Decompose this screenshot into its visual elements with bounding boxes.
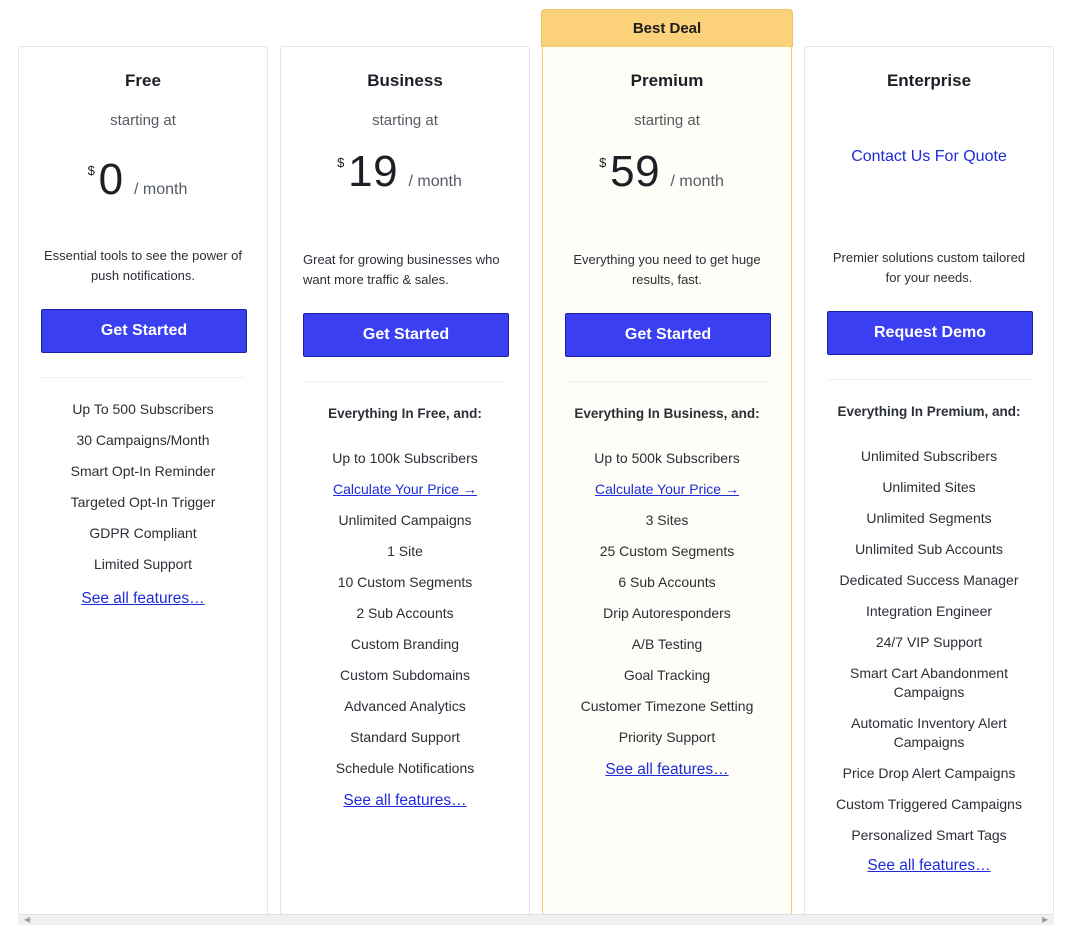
price-amount: 19 — [348, 147, 399, 196]
feature-item: 25 Custom Segments — [599, 543, 735, 559]
price-amount: 59 — [610, 147, 661, 196]
plan-card-enterprise: Enterprise Contact Us For Quote Premier … — [804, 46, 1054, 916]
get-started-button[interactable]: Get Started — [565, 313, 771, 357]
divider — [41, 377, 245, 378]
scroll-right-icon[interactable]: ▶ — [1042, 915, 1048, 924]
plan-description: Great for growing businesses who want mo… — [303, 252, 500, 287]
plan-description: Essential tools to see the power of push… — [43, 248, 242, 283]
feature-item: Personalized Smart Tags — [851, 827, 1007, 843]
starting-at-label: starting at — [110, 112, 176, 129]
feature-item: Custom Subdomains — [340, 667, 470, 683]
feature-list: Up to 100k Subscribers Calculate Your Pr… — [281, 449, 529, 790]
request-demo-button[interactable]: Request Demo — [827, 311, 1033, 355]
feature-item: 30 Campaigns/Month — [76, 432, 210, 448]
best-deal-badge: Best Deal — [541, 9, 793, 47]
plan-description: Everything you need to get huge results,… — [573, 252, 761, 287]
see-all-features-link[interactable]: See all features… — [543, 761, 791, 779]
price-amount: 0 — [98, 155, 124, 204]
feature-item: Custom Triggered Campaigns — [836, 796, 1022, 812]
feature-item: 10 Custom Segments — [337, 574, 473, 590]
feature-item: 6 Sub Accounts — [618, 574, 716, 590]
feature-item: Advanced Analytics — [344, 698, 466, 714]
horizontal-scrollbar[interactable] — [18, 914, 1054, 925]
feature-item: Unlimited Subscribers — [860, 448, 998, 464]
feature-item: Unlimited Sub Accounts — [855, 541, 1003, 557]
plan-card-business: Business starting at $ 19 / month Great … — [280, 46, 530, 916]
feature-item: Dedicated Success Manager — [839, 572, 1019, 588]
feature-item: Integration Engineer — [865, 603, 993, 619]
feature-item: Up to 100k Subscribers — [332, 450, 478, 466]
feature-item: Unlimited Segments — [866, 510, 992, 526]
starting-at-label: starting at — [634, 112, 700, 129]
feature-item: 1 Site — [387, 543, 423, 559]
feature-item: Smart Opt-In Reminder — [70, 463, 216, 479]
feature-heading: Everything In Premium, and: — [837, 404, 1021, 419]
feature-list: Unlimited Subscribers Unlimited Sites Un… — [805, 447, 1053, 857]
calculate-price-link[interactable]: Calculate Your Price → — [281, 480, 529, 511]
price-period: / month — [134, 181, 188, 198]
currency-symbol: $ — [599, 155, 607, 170]
currency-symbol: $ — [87, 163, 95, 178]
feature-item: GDPR Compliant — [89, 525, 197, 541]
price-period: / month — [408, 173, 462, 190]
feature-item: Smart Cart Abandonment Campaigns — [850, 665, 1008, 700]
feature-item: A/B Testing — [631, 636, 703, 652]
price: $ 19 / month — [281, 147, 529, 207]
divider — [303, 381, 507, 382]
feature-item: Priority Support — [618, 729, 716, 745]
see-all-features-link[interactable]: See all features… — [281, 792, 529, 810]
feature-item: Targeted Opt-In Trigger — [70, 494, 216, 510]
currency-symbol: $ — [337, 155, 345, 170]
feature-item: Up To 500 Subscribers — [72, 401, 214, 417]
plan-card-free: Free starting at $ 0 / month Essential t… — [18, 46, 268, 916]
get-started-button[interactable]: Get Started — [303, 313, 509, 357]
feature-item: Goal Tracking — [623, 667, 711, 683]
see-all-features-link[interactable]: See all features… — [805, 857, 1053, 875]
price: $ 0 / month — [19, 155, 267, 215]
scroll-left-icon[interactable]: ◀ — [24, 915, 30, 924]
feature-item: Drip Autoresponders — [603, 605, 731, 621]
price-period: / month — [670, 173, 724, 190]
feature-item: Limited Support — [93, 556, 193, 572]
feature-item: Unlimited Campaigns — [338, 512, 472, 528]
see-all-features-link[interactable]: See all features… — [19, 590, 267, 608]
feature-item: 2 Sub Accounts — [356, 605, 454, 621]
feature-list: Up to 500k Subscribers Calculate Your Pr… — [543, 449, 791, 759]
plan-description: Premier solutions custom tailored for yo… — [832, 250, 1026, 285]
feature-heading: Everything In Business, and: — [574, 406, 760, 421]
plan-name: Enterprise — [886, 71, 972, 90]
divider — [827, 379, 1031, 380]
plan-name: Free — [125, 71, 161, 90]
feature-item: Schedule Notifications — [335, 760, 475, 776]
feature-item: Automatic Inventory Alert Campaigns — [851, 715, 1007, 750]
feature-item: Up to 500k Subscribers — [594, 450, 740, 466]
feature-item: Customer Timezone Setting — [580, 698, 754, 714]
get-started-button[interactable]: Get Started — [41, 309, 247, 353]
feature-item: Custom Branding — [350, 636, 460, 652]
divider — [565, 381, 769, 382]
calculate-price-link[interactable]: Calculate Your Price → — [543, 480, 791, 511]
contact-quote-link[interactable]: Contact Us For Quote — [805, 148, 1053, 166]
plan-name: Business — [367, 71, 443, 90]
feature-item: Standard Support — [350, 729, 460, 745]
price: $ 59 / month — [543, 147, 791, 207]
feature-item: 3 Sites — [645, 512, 689, 528]
starting-at-label: starting at — [372, 112, 438, 129]
feature-item: Unlimited Sites — [882, 479, 976, 495]
feature-heading: Everything In Free, and: — [328, 406, 482, 421]
plan-card-premium: Premium starting at $ 59 / month Everyth… — [542, 46, 792, 916]
plan-name: Premium — [630, 71, 704, 90]
feature-list: Up To 500 Subscribers 30 Campaigns/Month… — [19, 400, 267, 586]
feature-item: Price Drop Alert Campaigns — [842, 765, 1016, 781]
feature-item: 24/7 VIP Support — [875, 634, 983, 650]
